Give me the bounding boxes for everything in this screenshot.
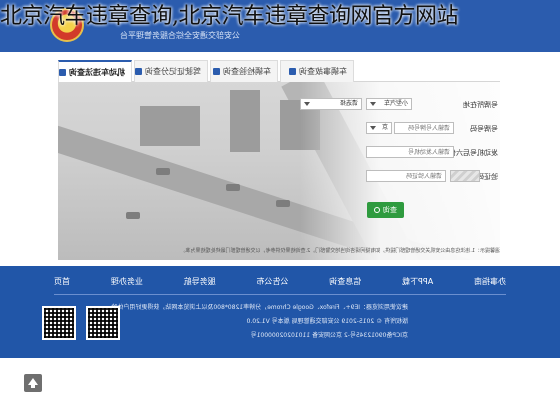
- back-to-top-button[interactable]: [24, 374, 42, 392]
- footer-nav-item[interactable]: 办事指南: [474, 276, 506, 290]
- province-label: 号牌所在地: [463, 101, 498, 109]
- plate-prefix-value: 京: [381, 124, 388, 131]
- building-shape: [140, 106, 200, 146]
- engine-number-input[interactable]: [366, 146, 454, 158]
- footer-browser-note: 建议使用浏览器：IE9+、Firefox、Google Chrome，分辨率12…: [105, 304, 408, 311]
- notice-text: 温馨提示：1.违法信息由公安机关交通管理部门提供，如有疑问请咨询当地交警部门。2…: [180, 248, 500, 254]
- id-card-icon: [135, 68, 142, 75]
- captcha-label: 验证码: [477, 173, 498, 181]
- footer-nav-item[interactable]: 公告公布: [256, 276, 288, 290]
- footer-divider: [54, 294, 506, 295]
- chevron-down-icon: [304, 102, 310, 106]
- traffic-photo: 号牌所在地 小型汽车 请选择 号牌号码 京 发动机号后六位 验证码 查询: [58, 82, 500, 260]
- footer-icp: 京ICP备09012345号-2 京公网安备 11010202000001号: [250, 332, 408, 339]
- qr-code-icon: [86, 306, 120, 340]
- query-button[interactable]: 查询: [367, 202, 404, 218]
- footer-nav-item[interactable]: 首页: [54, 276, 70, 290]
- plate-type-select[interactable]: 小型汽车: [366, 98, 412, 110]
- tab-label: 车辆事故查询: [299, 67, 347, 76]
- chevron-down-icon: [370, 126, 376, 130]
- tab-label: 机动车违法查询: [69, 68, 125, 77]
- car-shape: [156, 168, 170, 175]
- plate-prefix-select[interactable]: 京: [366, 122, 392, 134]
- page-root: 公安部交通安全综合服务管理平台 机动车违法查询 驾驶证记分查询 车辆检验查询 车…: [0, 0, 560, 400]
- warning-icon: [289, 68, 296, 75]
- captcha-input[interactable]: [366, 170, 446, 182]
- footer-copyright: 版权所有 © 2015-2019 公安部交通管理局 版本号 V1.20.0: [246, 318, 408, 325]
- footer-nav-item[interactable]: APP下载: [402, 276, 433, 290]
- check-icon: [213, 68, 220, 75]
- page-bottom: [0, 358, 560, 400]
- province-select[interactable]: 请选择: [300, 98, 362, 110]
- site-footer: 办事指南 APP下载 信息查询 公告公布 服务导航 业务办理 首页 建议使用浏览…: [0, 266, 560, 358]
- car-shape: [226, 184, 240, 191]
- page-caption: 北京汽车违章查询,北京汽车违章查询网官方网站: [0, 4, 459, 29]
- tab-license-score[interactable]: 驾驶证记分查询: [134, 60, 208, 82]
- tab-vehicle-violation[interactable]: 机动车违法查询: [58, 60, 132, 82]
- tab-vehicle-inspection[interactable]: 车辆检验查询: [210, 60, 278, 82]
- footer-nav-item[interactable]: 业务办理: [111, 276, 143, 290]
- captcha-image[interactable]: [450, 170, 480, 182]
- chevron-down-icon: [370, 102, 376, 106]
- car-shape: [276, 200, 290, 207]
- arrow-stem: [31, 384, 35, 388]
- plate-label: 号牌号码: [470, 125, 498, 133]
- footer-nav-item[interactable]: 信息查询: [329, 276, 361, 290]
- plate-type-value: 小型汽车: [383, 100, 408, 107]
- car-shape: [126, 212, 140, 219]
- tab-label: 车辆检验查询: [223, 67, 271, 76]
- main-content: 机动车违法查询 驾驶证记分查询 车辆检验查询 车辆事故查询 号牌所在地 小型汽车…: [0, 52, 560, 266]
- plate-number-input[interactable]: [394, 122, 454, 134]
- search-icon: [374, 207, 380, 213]
- qr-code-icon: [42, 306, 76, 340]
- building-shape: [230, 90, 260, 152]
- tab-vehicle-accident[interactable]: 车辆事故查询: [280, 60, 354, 82]
- footer-nav: 办事指南 APP下载 信息查询 公告公布 服务导航 业务办理 首页: [54, 276, 506, 290]
- province-value: 请选择: [339, 100, 358, 107]
- query-button-label: 查询: [383, 206, 397, 214]
- footer-nav-item[interactable]: 服务导航: [184, 276, 216, 290]
- car-icon: [59, 69, 66, 76]
- tab-label: 驾驶证记分查询: [145, 67, 201, 76]
- query-tabs: 机动车违法查询 驾驶证记分查询 车辆检验查询 车辆事故查询: [58, 60, 500, 82]
- engine-number-label: 发动机号后六位: [449, 149, 498, 157]
